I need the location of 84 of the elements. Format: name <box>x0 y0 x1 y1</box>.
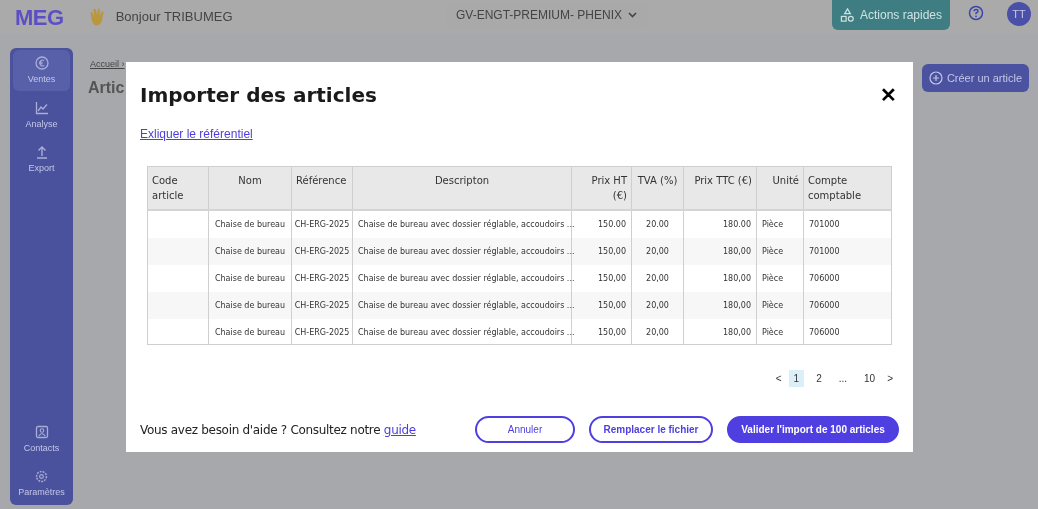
column-header[interactable]: Prix HT (€) <box>572 167 632 209</box>
user-avatar[interactable]: TT <box>1007 2 1031 26</box>
upload-icon <box>34 145 49 159</box>
table-cell: 706000 <box>809 272 840 285</box>
help-text: Vous avez besoin d'aide ? Consultez notre guide <box>140 421 416 439</box>
dialog-title: Importer des articles <box>140 82 377 109</box>
settings-icon <box>35 469 48 483</box>
table-cell: Chaise de bureau avec dossier réglable, accoudoirs ... <box>358 299 575 312</box>
column-header[interactable]: Prix TTC (€) <box>684 167 757 209</box>
table-cell: CH-ERG-2025 <box>294 218 350 231</box>
table-cell: 20,00 <box>646 272 669 285</box>
column-header[interactable]: Descripton <box>353 167 572 209</box>
table-cell: CH-ERG-2025 <box>294 299 350 312</box>
table-cell: Pièce <box>762 272 784 285</box>
table-cell: 150,00 <box>598 272 626 285</box>
table-cell: Pièce <box>762 299 784 312</box>
explain-link[interactable]: Exliquer le référentiel <box>140 125 253 143</box>
table-cell: 20,00 <box>646 299 669 312</box>
page-button[interactable]: 1 <box>788 370 805 387</box>
table-cell: 20.00 <box>646 218 669 231</box>
page-title: Artic <box>88 77 125 98</box>
table-cell: 701000 <box>809 218 840 231</box>
breadcrumb-link[interactable]: Accueil › <box>90 58 125 72</box>
guide-link[interactable]: guide <box>383 422 416 437</box>
table-cell: Chaise de bureau avec dossier réglable, accoudoirs ... <box>358 218 575 231</box>
column-header[interactable]: Référence <box>292 167 353 209</box>
table-cell: 180,00 <box>723 299 751 312</box>
table-cell: Chaise de bureau avec dossier réglable, accoudoirs ... <box>358 272 575 285</box>
table-cell: Chaise de bureau avec dossier réglable, accoudoirs ... <box>358 326 575 339</box>
page-button[interactable]: 10 <box>859 370 881 387</box>
shapes-icon <box>839 7 855 23</box>
plus-circle-icon <box>928 71 943 85</box>
table-cell: 150,00 <box>598 299 626 312</box>
euro-icon <box>34 56 49 70</box>
sidebar-item[interactable]: Paramètres <box>13 463 70 503</box>
logo: MEG <box>15 3 64 32</box>
table-cell: 150.00 <box>598 218 626 231</box>
page-button[interactable]: ... <box>833 370 853 387</box>
table-cell: Pièce <box>762 326 784 339</box>
table-cell: 180,00 <box>723 272 751 285</box>
contact-card-icon <box>34 425 49 439</box>
table-cell: 706000 <box>809 299 840 312</box>
dialog-button[interactable]: Valider l'import de 100 articles <box>727 416 899 443</box>
close-button[interactable]: ✕ <box>880 85 897 105</box>
create-article-button[interactable]: Créer un article <box>922 64 1029 92</box>
table-cell: 20,00 <box>646 245 669 258</box>
quick-actions-button[interactable]: Actions rapides <box>832 0 950 30</box>
sidebar-item[interactable]: Ventes <box>13 50 70 91</box>
table-cell: Chaise de bureau <box>214 272 286 285</box>
line-chart-icon <box>34 100 49 115</box>
table-cell: Chaise de bureau <box>214 218 286 231</box>
table-cell: 20,00 <box>646 326 669 339</box>
table-cell: Chaise de bureau <box>214 299 286 312</box>
table-cell: Pièce <box>762 218 784 231</box>
greeting-text: Bonjour TRIBUMEG <box>115 8 233 27</box>
dialog-button[interactable]: Annuler <box>475 416 575 443</box>
dialog-button[interactable]: Remplacer le fichier <box>589 416 713 443</box>
table-cell: CH-ERG-2025 <box>294 326 350 339</box>
table-cell: Chaise de bureau avec dossier réglable, accoudoirs ... <box>358 245 575 258</box>
table-cell: Chaise de bureau <box>214 326 286 339</box>
help-icon[interactable] <box>968 5 984 21</box>
column-header[interactable]: Unité <box>757 167 804 209</box>
table-cell: 701000 <box>809 245 840 258</box>
sidebar-item[interactable]: Analyse <box>13 94 70 135</box>
table-cell: CH-ERG-2025 <box>294 245 350 258</box>
column-header[interactable]: Nom <box>209 167 292 209</box>
table-cell: 180,00 <box>723 326 751 339</box>
chevron-down-icon <box>628 12 637 18</box>
table-cell: 150,00 <box>598 326 626 339</box>
table-cell: 180,00 <box>723 245 751 258</box>
previous-page-button[interactable]: < <box>775 371 782 386</box>
sidebar-item[interactable]: Contacts <box>13 419 70 460</box>
table-cell: 706000 <box>809 326 840 339</box>
table-cell: 150,00 <box>598 245 626 258</box>
column-header[interactable]: Compte comptable <box>804 167 889 209</box>
table-cell: Chaise de bureau <box>214 245 286 258</box>
sidebar-item[interactable]: Export <box>13 139 70 180</box>
page-button[interactable]: 2 <box>811 370 827 387</box>
table-cell: 180.00 <box>723 218 751 231</box>
column-header[interactable]: Code article <box>148 167 209 209</box>
next-page-button[interactable]: > <box>887 371 893 386</box>
column-header[interactable]: TVA (%) <box>632 167 684 209</box>
table-cell: Pièce <box>762 245 784 258</box>
table-cell: CH-ERG-2025 <box>294 272 350 285</box>
